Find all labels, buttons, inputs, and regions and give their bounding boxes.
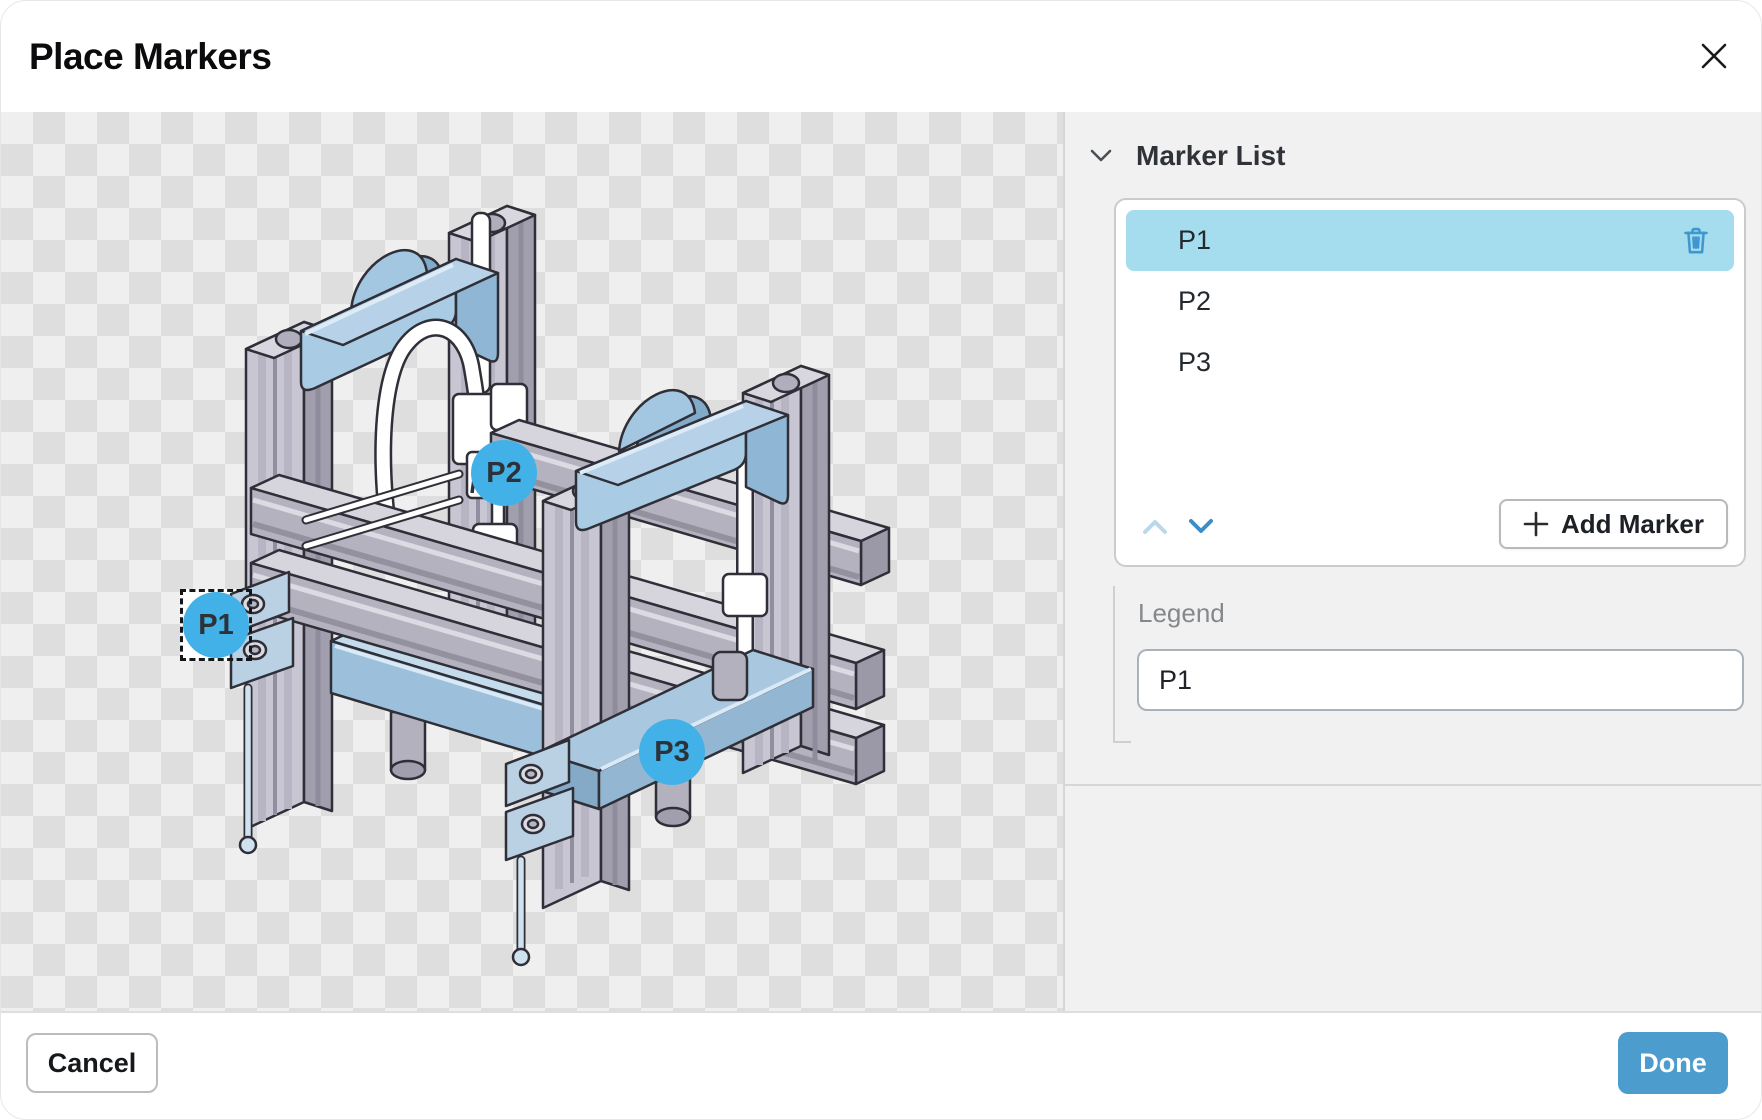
move-down-button[interactable] [1186, 516, 1216, 537]
cancel-button[interactable]: Cancel [26, 1033, 158, 1093]
marker-list-item-p1[interactable]: P1 [1126, 210, 1734, 271]
add-marker-label: Add Marker [1561, 509, 1704, 540]
legend-group-line [1113, 586, 1131, 743]
dialog-footer: Cancel Done [1, 1011, 1762, 1120]
section-title: Marker List [1136, 140, 1285, 172]
dialog-header: Place Markers [1, 1, 1762, 112]
marker-list-item-p3[interactable]: P3 [1126, 332, 1734, 393]
chevron-down-icon [1090, 149, 1112, 163]
legend-input[interactable] [1137, 649, 1744, 711]
marker-list-section-header: Marker List [1086, 140, 1285, 172]
rod-clamp-block [723, 574, 767, 616]
delete-marker-button[interactable] [1682, 225, 1712, 257]
marker-list-item-p2[interactable]: P2 [1126, 271, 1734, 332]
x-icon [1698, 40, 1730, 72]
dialog-title: Place Markers [29, 1, 271, 112]
place-markers-dialog: Place Markers [0, 0, 1762, 1120]
legend-label: Legend [1138, 598, 1225, 629]
panel-divider [1065, 784, 1762, 786]
canvas-marker-p3[interactable]: P3 [639, 719, 705, 785]
marker-item-label: P2 [1178, 286, 1211, 317]
canvas-marker-p2[interactable]: P2 [471, 440, 537, 506]
frame-illustration [1, 112, 1063, 1011]
chevron-up-icon [1142, 518, 1168, 535]
marker-list-panel: Marker List P1 [1063, 112, 1762, 1011]
plus-icon [1523, 511, 1549, 537]
trash-icon [1682, 225, 1710, 257]
canvas-marker-p1[interactable]: P1 [183, 592, 249, 658]
move-up-button[interactable] [1140, 516, 1170, 537]
reorder-controls [1140, 516, 1216, 537]
marker-list-card: P1 P2 [1114, 198, 1746, 567]
marker-item-label: P3 [1178, 347, 1211, 378]
section-collapse-button[interactable] [1086, 145, 1116, 167]
add-marker-button[interactable]: Add Marker [1499, 499, 1728, 549]
close-button[interactable] [1689, 31, 1739, 81]
marker-item-label: P1 [1178, 225, 1211, 256]
marker-canvas[interactable]: P1 P2 P3 [1, 112, 1063, 1011]
done-button[interactable]: Done [1618, 1032, 1728, 1094]
chevron-down-icon [1188, 518, 1214, 535]
